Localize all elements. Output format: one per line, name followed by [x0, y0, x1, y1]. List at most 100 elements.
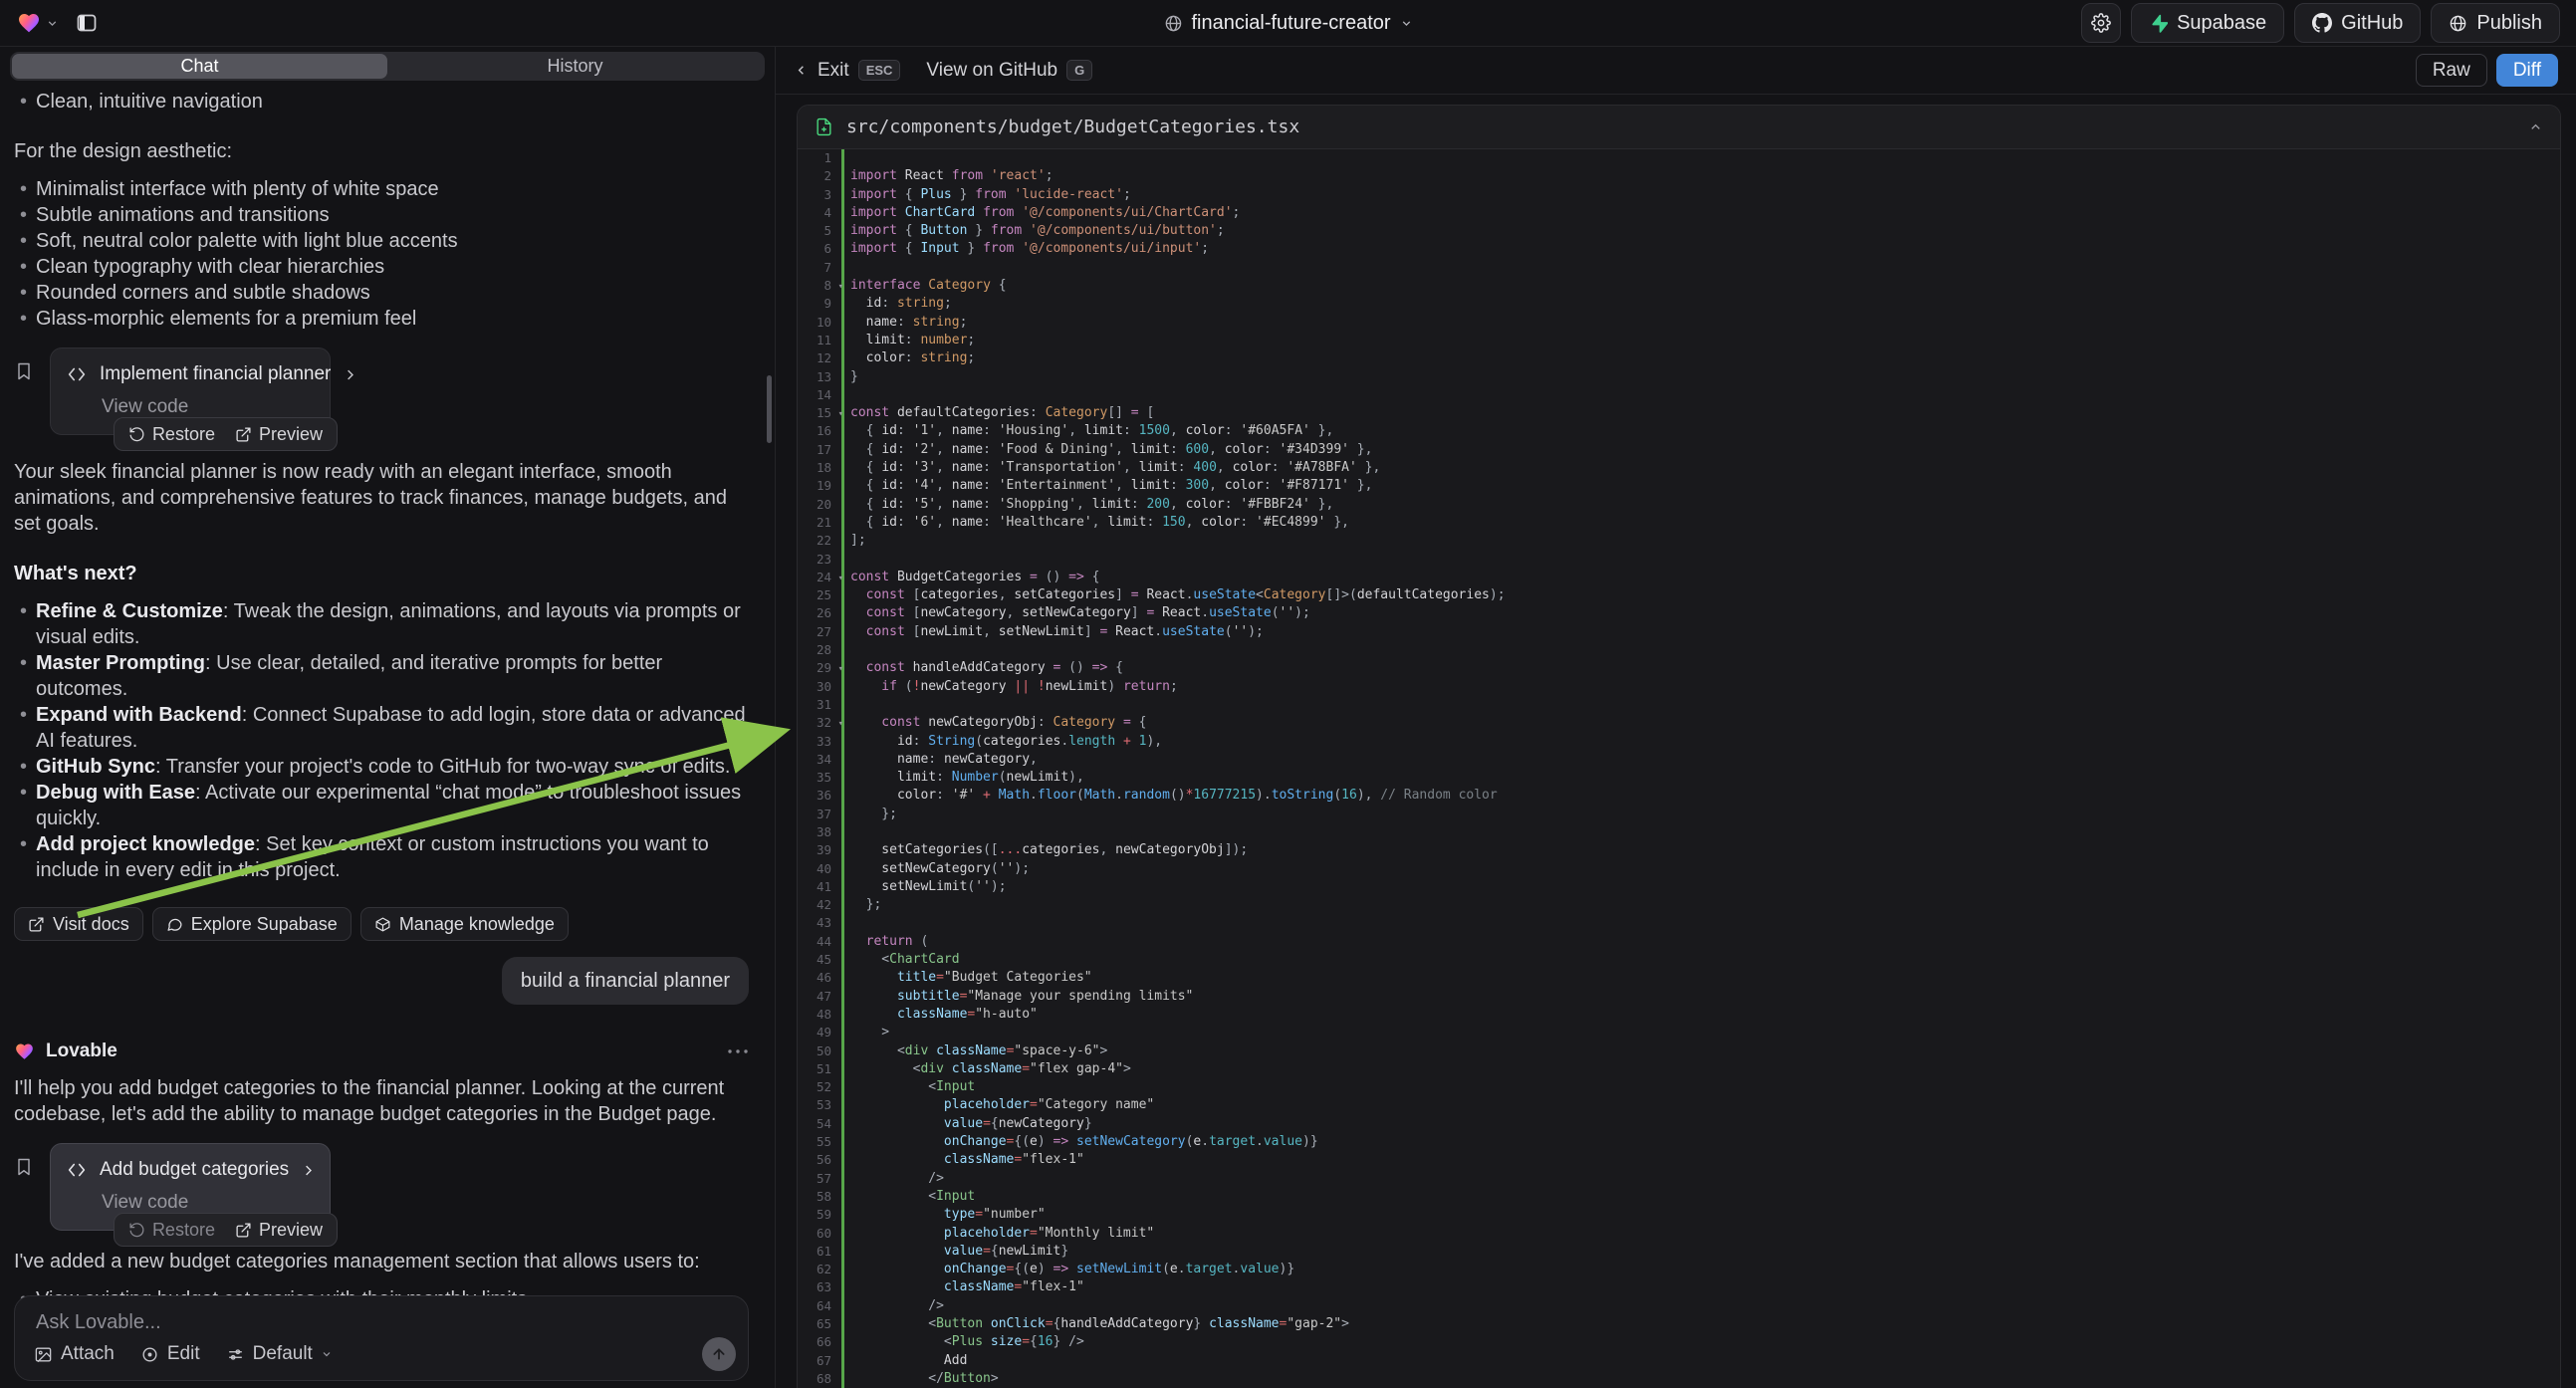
chevron-down-icon	[321, 1348, 333, 1360]
diff-added-gutter	[841, 1370, 844, 1388]
code-line: 20 { id: '5', name: 'Shopping', limit: 2…	[798, 496, 2560, 514]
tab-history[interactable]: History	[387, 54, 763, 79]
code-line: 1	[798, 149, 2560, 167]
code-line: 59 type="number"	[798, 1206, 2560, 1224]
fold-chevron-icon[interactable]: ▾	[838, 660, 843, 678]
sliders-icon	[226, 1345, 245, 1364]
code-line: 39 setCategories([...categories, newCate…	[798, 841, 2560, 859]
fold-chevron-icon[interactable]: ▾	[838, 715, 843, 733]
whats-next-heading: What's next?	[14, 561, 749, 586]
esc-kbd-badge: ESC	[858, 60, 901, 81]
version-title: Implement financial planner	[100, 361, 331, 387]
version-card-implement-financial-planner[interactable]: Implement financial planner View code Re…	[50, 347, 331, 435]
code-line: 34 name: newCategory,	[798, 751, 2560, 769]
code-line: 56 className="flex-1"	[798, 1151, 2560, 1169]
app: financial-future-creator Supabase	[0, 0, 2576, 1388]
github-button[interactable]: GitHub	[2294, 3, 2421, 43]
bookmark-icon[interactable]	[14, 1157, 34, 1177]
chat-panel: Chat History Clean, intuitive navigation…	[0, 47, 776, 1388]
list-item: Minimalist interface with plenty of whit…	[14, 176, 749, 202]
send-button[interactable]	[702, 1337, 736, 1371]
attach-button[interactable]: Attach	[34, 1343, 115, 1365]
file-header[interactable]: src/components/budget/BudgetCategories.t…	[798, 106, 2560, 149]
code-line: 25 const [categories, setCategories] = R…	[798, 586, 2560, 604]
preview-button[interactable]: Preview	[235, 421, 323, 447]
settings-button[interactable]	[2081, 3, 2121, 43]
file-path: src/components/budget/BudgetCategories.t…	[846, 116, 2515, 137]
code-line: 3import { Plus } from 'lucide-react';	[798, 186, 2560, 204]
code-line: 42 };	[798, 896, 2560, 914]
user-message-row: build a financial planner	[14, 957, 749, 1005]
code-line: 61 value={newLimit}	[798, 1243, 2560, 1261]
diff-added-gutter	[841, 551, 844, 569]
lovable-logo-menu[interactable]	[16, 11, 59, 35]
version-card-add-budget-categories[interactable]: Add budget categories View code Restore	[50, 1143, 331, 1231]
publish-button[interactable]: Publish	[2431, 3, 2560, 43]
code-panel: Exit ESC View on GitHub G Raw Diff	[776, 47, 2576, 1388]
version-row: Implement financial planner View code Re…	[14, 347, 749, 435]
restore-button[interactable]: Restore	[128, 1217, 215, 1243]
fold-chevron-icon[interactable]: ▾	[838, 278, 843, 296]
diff-added-gutter	[841, 1170, 844, 1188]
assistant-text: I've added a new budget categories manag…	[14, 1249, 749, 1274]
diff-added-gutter	[841, 1096, 844, 1114]
chevron-down-icon	[1400, 17, 1413, 30]
code-line: 60 placeholder="Monthly limit"	[798, 1225, 2560, 1243]
publish-globe-icon	[2449, 14, 2467, 33]
code-line: 64 />	[798, 1297, 2560, 1315]
visit-docs-button[interactable]: Visit docs	[14, 907, 143, 941]
more-options-icon[interactable]	[727, 1048, 749, 1054]
code-line: 27 const [newLimit, setNewLimit] = React…	[798, 623, 2560, 641]
diff-added-gutter	[841, 314, 844, 332]
toggle-sidebar-button[interactable]	[69, 5, 105, 41]
code-line: 14	[798, 386, 2560, 404]
chat-input[interactable]	[36, 1311, 450, 1334]
code-line: 30 if (!newCategory || !newLimit) return…	[798, 678, 2560, 696]
diff-added-gutter	[841, 896, 844, 914]
bookmark-icon[interactable]	[14, 361, 34, 381]
file-plus-icon	[815, 117, 833, 136]
preview-button[interactable]: Preview	[235, 1217, 323, 1243]
diff-added-gutter	[841, 186, 844, 204]
github-icon	[2312, 13, 2332, 33]
view-on-github-button[interactable]: View on GitHub G	[926, 60, 1092, 82]
code-line: 44 return (	[798, 933, 2560, 951]
exit-button[interactable]: Exit ESC	[794, 60, 900, 82]
code-line: 18 { id: '3', name: 'Transportation', li…	[798, 459, 2560, 477]
project-name: financial-future-creator	[1191, 12, 1390, 35]
restore-button[interactable]: Restore	[128, 421, 215, 447]
manage-knowledge-button[interactable]: Manage knowledge	[360, 907, 569, 941]
diff-added-gutter	[841, 477, 844, 495]
chevron-up-icon[interactable]	[2528, 119, 2543, 134]
chat-scroll-area[interactable]: Clean, intuitive navigation For the desi…	[0, 81, 775, 1388]
diff-toggle[interactable]: Diff	[2496, 54, 2558, 87]
code-line: 51 <div className="flex gap-4">	[798, 1060, 2560, 1078]
user-message: build a financial planner	[502, 957, 749, 1005]
supabase-button[interactable]: Supabase	[2131, 3, 2284, 43]
code-line: 49 >	[798, 1024, 2560, 1041]
focus-icon	[140, 1345, 159, 1364]
assistant-header: Lovable	[14, 1039, 749, 1064]
g-kbd-badge: G	[1066, 60, 1092, 81]
code-editor[interactable]: 12import React from 'react';3import { Pl…	[798, 149, 2560, 1388]
mode-select[interactable]: Default	[226, 1343, 333, 1365]
raw-toggle[interactable]: Raw	[2416, 54, 2487, 87]
tab-chat[interactable]: Chat	[12, 54, 387, 79]
edit-button[interactable]: Edit	[140, 1343, 200, 1365]
diff-added-gutter	[841, 841, 844, 859]
package-icon	[374, 916, 391, 933]
external-link-icon	[28, 916, 45, 933]
code-line: 4import ChartCard from '@/components/ui/…	[798, 204, 2560, 222]
fold-chevron-icon[interactable]: ▾	[838, 570, 843, 587]
code-line: 43	[798, 914, 2560, 932]
project-switcher[interactable]: financial-future-creator	[1163, 0, 1412, 47]
explore-supabase-button[interactable]: Explore Supabase	[152, 907, 351, 941]
chat-scrollbar[interactable]	[767, 375, 772, 443]
lovable-heart-icon	[16, 11, 42, 35]
fold-chevron-icon[interactable]: ▾	[838, 405, 843, 423]
diff-added-gutter	[841, 332, 844, 349]
diff-added-gutter	[841, 860, 844, 878]
composer: Attach Edit Default	[14, 1295, 749, 1381]
diff-added-gutter	[841, 222, 844, 240]
diff-added-gutter	[841, 1352, 844, 1370]
